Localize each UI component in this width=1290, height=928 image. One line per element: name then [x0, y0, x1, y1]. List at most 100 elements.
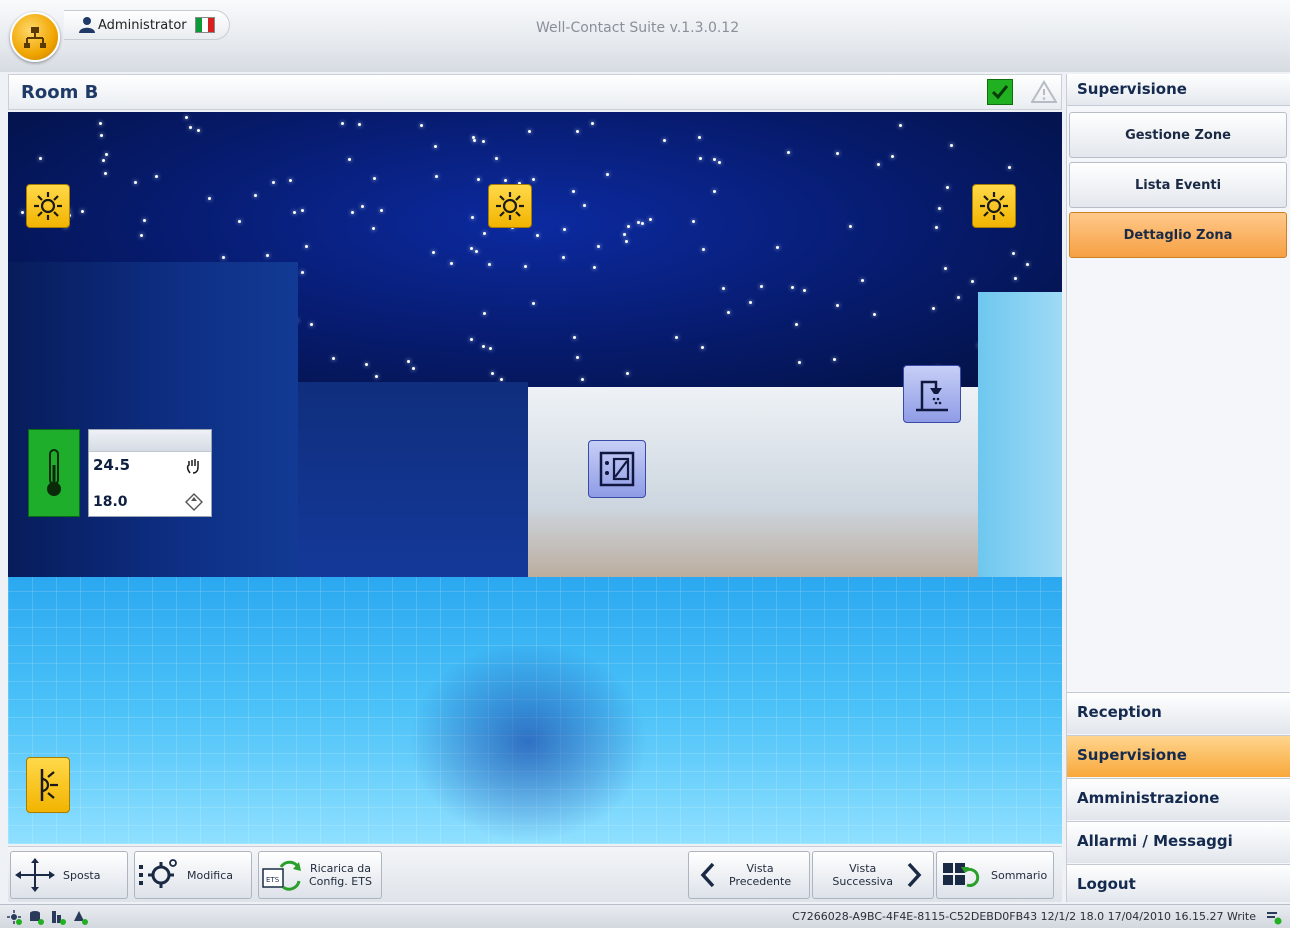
ceiling-star	[575, 356, 579, 360]
italy-flag-icon[interactable]	[194, 17, 215, 33]
ceiling-star	[956, 295, 960, 299]
zone-management-button[interactable]: Gestione Zone	[1069, 112, 1287, 158]
nav-supervision[interactable]: Supervisione	[1067, 735, 1290, 777]
ceiling-star	[582, 203, 586, 207]
setpoint-icon	[185, 493, 203, 511]
ceiling-star	[899, 123, 903, 127]
hand-icon	[186, 459, 199, 474]
chevron-right-icon	[907, 862, 922, 888]
ceiling-star	[309, 323, 313, 327]
ceiling-star	[943, 266, 947, 270]
summary-button[interactable]: Sommario	[936, 851, 1054, 899]
ceiling-star	[99, 121, 103, 125]
shower-icon	[916, 380, 948, 412]
user-badge[interactable]: Administrator	[64, 10, 230, 40]
door-control[interactable]	[588, 440, 646, 498]
thermostat-header	[89, 430, 211, 452]
summary-label: Sommario	[991, 868, 1048, 882]
light-bulb-icon	[980, 192, 1008, 220]
pool-mosaic	[408, 642, 648, 842]
ceiling-star	[861, 278, 865, 282]
app-menu-orb[interactable]	[10, 12, 60, 62]
warning-icon[interactable]	[1031, 80, 1057, 104]
user-name: Administrator	[98, 17, 187, 33]
thermostat-button[interactable]	[28, 429, 80, 517]
ceiling-star	[207, 196, 211, 200]
nav-logout[interactable]: Logout	[1067, 864, 1290, 902]
sidebar-title: Supervisione	[1067, 74, 1290, 106]
reload-ets-label-line1: Ricarica da	[309, 862, 372, 875]
ceiling-star	[662, 138, 666, 142]
reload-ets-button[interactable]: ETS Ricarica da Config. ETS	[258, 851, 382, 899]
network-icon	[24, 27, 46, 48]
room-title: Room B	[21, 82, 99, 103]
light-control-2[interactable]	[488, 184, 532, 228]
edit-gear-icon	[139, 859, 177, 888]
next-view-label: Vista Successiva	[832, 862, 893, 888]
event-list-button[interactable]: Lista Eventi	[1069, 162, 1287, 208]
half-light-icon	[40, 769, 58, 801]
reload-ets-label: Ricarica da Config. ETS	[309, 862, 372, 888]
ceiling-star	[134, 180, 138, 184]
ceiling-star	[1025, 263, 1029, 267]
title-bar: Administrator Well-Contact Suite v.1.3.0…	[0, 0, 1290, 72]
database-status-icon	[30, 911, 44, 925]
ceiling-star	[848, 225, 852, 229]
ceiling-star	[331, 356, 335, 360]
move-arrows-icon	[15, 858, 55, 892]
room-header: Room B	[8, 74, 1062, 110]
connection-ok-icon[interactable]	[987, 79, 1013, 105]
move-button[interactable]: Sposta	[10, 851, 128, 899]
ceiling-star	[531, 302, 535, 306]
ceiling-star	[575, 129, 579, 133]
next-view-button[interactable]: Vista Successiva	[812, 851, 934, 899]
previous-view-label: Vista Precedente	[729, 862, 791, 888]
ceiling-star	[103, 171, 107, 175]
thermostat-panel[interactable]: 24.5 18.0	[88, 429, 212, 517]
nav-alarms-messages[interactable]: Allarmi / Messaggi	[1067, 821, 1290, 863]
ceiling-star	[271, 180, 275, 184]
door-lock-icon	[599, 451, 635, 487]
ceiling-star	[139, 233, 143, 237]
ceiling-star	[433, 144, 437, 148]
previous-view-button[interactable]: Vista Precedente	[688, 851, 810, 899]
ceiling-star	[798, 361, 802, 364]
nav-reception[interactable]: Reception	[1067, 692, 1290, 734]
check-icon	[991, 85, 1009, 100]
ceiling-star	[625, 371, 629, 375]
edit-button[interactable]: Modifica	[134, 851, 252, 899]
ceiling-star	[374, 375, 378, 378]
ceiling-star	[712, 157, 716, 161]
ceiling-star	[786, 150, 790, 154]
status-bar: C7266028-A9BC-4F4E-8115-C52DEBD0FB43 12/…	[0, 904, 1290, 928]
ceiling-star	[835, 303, 839, 307]
thermometer-icon	[47, 449, 61, 496]
ceiling-star	[411, 366, 415, 370]
light-control-1[interactable]	[26, 184, 70, 228]
ceiling-star	[563, 227, 567, 231]
ceiling-star	[488, 347, 492, 351]
ceiling-star	[524, 264, 528, 268]
light-bulb-icon	[34, 192, 62, 220]
next-view-label-line2: Successiva	[832, 875, 893, 888]
user-icon	[79, 17, 95, 33]
zone-detail-button[interactable]: Dettaglio Zona	[1069, 212, 1287, 258]
ceiling-star	[527, 129, 531, 133]
app-title: Well-Contact Suite v.1.3.0.12	[536, 20, 740, 36]
ceiling-star	[292, 211, 296, 215]
ceiling-star	[481, 344, 485, 348]
dimmer-control[interactable]	[26, 757, 70, 813]
write-status-icon	[1267, 912, 1282, 925]
ceiling-star	[890, 154, 894, 158]
ceiling-star	[347, 158, 351, 162]
chevron-left-icon	[700, 862, 715, 888]
title-bar-strip	[0, 46, 1290, 72]
ceiling-star	[648, 217, 652, 221]
svg-text:ETS: ETS	[266, 876, 280, 884]
nav-administration[interactable]: Amministrazione	[1067, 778, 1290, 820]
status-text: C7266028-A9BC-4F4E-8115-C52DEBD0FB43 12/…	[792, 910, 1256, 923]
ceiling-star	[472, 138, 476, 142]
ceiling-star	[288, 178, 292, 182]
light-control-3[interactable]	[972, 184, 1016, 228]
shower-control[interactable]	[903, 365, 961, 423]
